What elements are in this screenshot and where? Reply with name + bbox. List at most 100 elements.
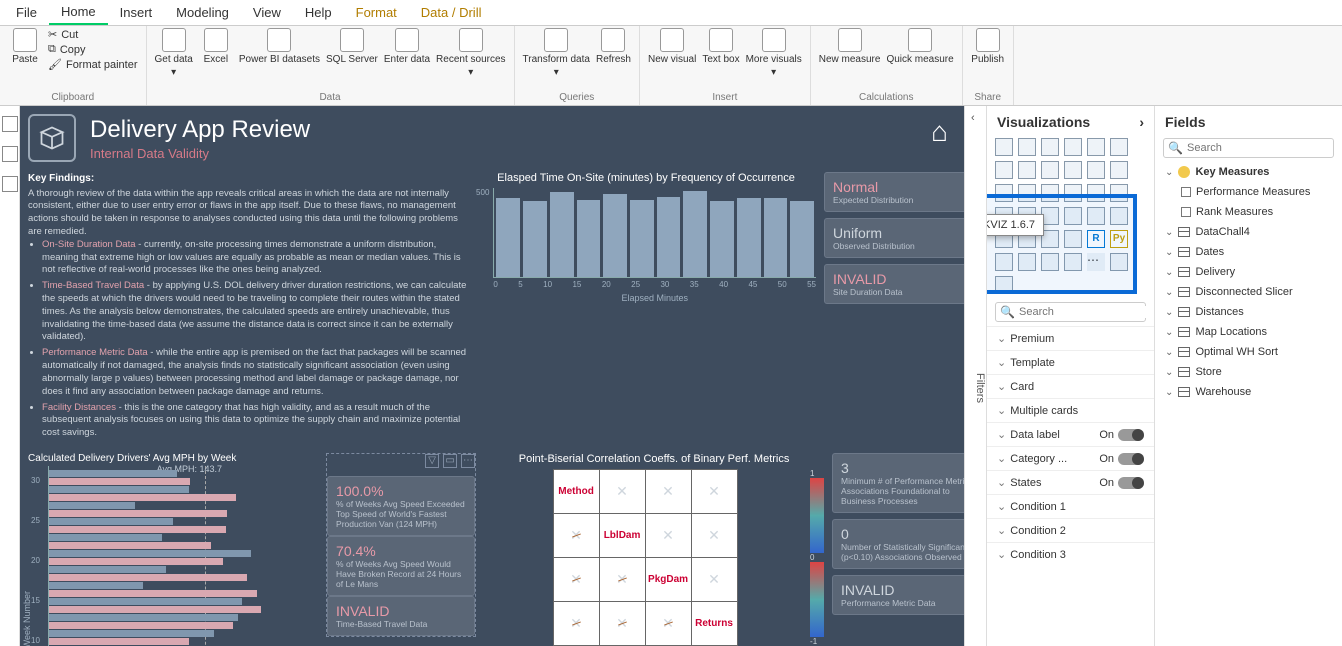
viz-type-icon[interactable] — [1110, 253, 1128, 271]
viz-type-icon[interactable] — [1087, 138, 1105, 156]
viz-type-icon[interactable] — [1110, 184, 1128, 202]
viz-type-icon[interactable] — [1064, 230, 1082, 248]
home-icon[interactable]: ⌂ — [931, 116, 948, 148]
tab-file[interactable]: File — [4, 1, 49, 24]
viz-type-icon[interactable] — [995, 253, 1013, 271]
viz-toggle[interactable]: StatesOn — [987, 470, 1154, 494]
viz-section[interactable]: Premium — [987, 326, 1154, 350]
field-item[interactable]: Rank Measures — [1155, 202, 1342, 222]
kpi-cards-selected[interactable]: ▽▭⋯ 100.0%% of Weeks Avg Speed Exceeded … — [326, 453, 476, 637]
more-icon[interactable]: ⋯ — [461, 454, 475, 468]
viz-type-icon[interactable] — [1064, 161, 1082, 179]
refresh-button[interactable]: Refresh — [596, 28, 631, 65]
status-card[interactable]: INVALIDSite Duration Data — [824, 264, 964, 304]
viz-type-icon[interactable] — [1110, 138, 1128, 156]
tab-help[interactable]: Help — [293, 1, 344, 24]
viz-condition[interactable]: Condition 3 — [987, 542, 1154, 566]
new-measure-button[interactable]: New measure — [819, 28, 881, 65]
viz-type-icon[interactable] — [1087, 207, 1105, 225]
field-item[interactable]: Store — [1155, 362, 1342, 382]
tab-modeling[interactable]: Modeling — [164, 1, 241, 24]
pbi-datasets-button[interactable]: Power BI datasets — [239, 28, 320, 65]
tab-view[interactable]: View — [241, 1, 293, 24]
field-item[interactable]: Optimal WH Sort — [1155, 342, 1342, 362]
publish-button[interactable]: Publish — [971, 28, 1005, 65]
viz-toggle[interactable]: Data labelOn — [987, 422, 1154, 446]
viz-type-icon[interactable] — [1018, 161, 1036, 179]
data-view-icon[interactable] — [2, 146, 18, 162]
viz-condition[interactable]: Condition 1 — [987, 494, 1154, 518]
field-item[interactable]: Dates — [1155, 242, 1342, 262]
viz-condition[interactable]: Condition 2 — [987, 518, 1154, 542]
format-painter-button[interactable]: 🖌 Format painter — [48, 58, 138, 71]
filters-pane-collapsed[interactable]: Filters — [964, 106, 986, 646]
tab-data-drill[interactable]: Data / Drill — [409, 1, 494, 24]
status-card[interactable]: INVALIDPerformance Metric Data — [832, 575, 964, 615]
field-item[interactable]: Warehouse — [1155, 382, 1342, 402]
status-card[interactable]: 0Number of Statistically Significant (p<… — [832, 519, 964, 569]
viz-search-input[interactable] — [1019, 306, 1154, 318]
more-visuals-icon[interactable]: ⋯ — [1087, 253, 1105, 271]
viz-section[interactable]: Card — [987, 374, 1154, 398]
viz-type-icon[interactable] — [1041, 138, 1059, 156]
viz-section[interactable]: Multiple cards — [987, 398, 1154, 422]
viz-search[interactable]: 🔍 — [995, 302, 1146, 322]
cut-button[interactable]: ✂ Cut — [48, 28, 138, 41]
enter-data-button[interactable]: Enter data — [384, 28, 430, 65]
viz-type-icon[interactable] — [1064, 138, 1082, 156]
kpi-card[interactable]: 70.4%% of Weeks Avg Speed Would Have Bro… — [327, 536, 475, 596]
viz-type-icon[interactable] — [1064, 184, 1082, 202]
kpi-card[interactable]: INVALIDTime-Based Travel Data — [327, 596, 475, 636]
r-visual-icon[interactable]: R — [1087, 230, 1105, 248]
field-item[interactable]: Distances — [1155, 302, 1342, 322]
collapse-icon[interactable]: › — [1139, 114, 1144, 130]
fields-search[interactable]: 🔍 — [1163, 138, 1334, 158]
get-data-button[interactable]: Get data▾ — [155, 28, 193, 78]
avg-mph-chart[interactable]: Calculated Delivery Drivers' Avg MPH by … — [28, 453, 318, 646]
viz-type-icon[interactable] — [1018, 253, 1036, 271]
status-card[interactable]: UniformObserved Distribution — [824, 218, 964, 258]
viz-type-icon[interactable] — [1087, 184, 1105, 202]
recent-sources-button[interactable]: Recent sources▾ — [436, 28, 505, 78]
sql-server-button[interactable]: SQL Server — [326, 28, 378, 65]
viz-type-icon[interactable] — [1041, 161, 1059, 179]
viz-type-icon[interactable] — [1110, 207, 1128, 225]
viz-type-icon[interactable] — [995, 184, 1013, 202]
viz-type-icon[interactable] — [1064, 253, 1082, 271]
report-canvas[interactable]: ⌂ Delivery App Review Internal Data Vali… — [20, 106, 964, 646]
tab-home[interactable]: Home — [49, 0, 108, 25]
copy-button[interactable]: ⧉ Copy — [48, 43, 138, 56]
fields-search-input[interactable] — [1187, 142, 1329, 154]
field-item[interactable]: Map Locations — [1155, 322, 1342, 342]
field-key-measures[interactable]: Key Measures — [1155, 162, 1342, 182]
viz-type-icon[interactable] — [1087, 161, 1105, 179]
tab-insert[interactable]: Insert — [108, 1, 165, 24]
quick-measure-button[interactable]: Quick measure — [886, 28, 953, 65]
viz-type-icon[interactable] — [1064, 207, 1082, 225]
model-view-icon[interactable] — [2, 176, 18, 192]
viz-type-icon[interactable] — [1041, 253, 1059, 271]
excel-button[interactable]: Excel — [199, 28, 233, 65]
viz-type-icon[interactable] — [1018, 184, 1036, 202]
report-view-icon[interactable] — [2, 116, 18, 132]
text-box-button[interactable]: Text box — [702, 28, 739, 65]
elapsed-time-chart[interactable]: Elasped Time On-Site (minutes) by Freque… — [476, 172, 816, 443]
status-card[interactable]: NormalExpected Distribution — [824, 172, 964, 212]
correlation-matrix[interactable]: Point-Biserial Correlation Coeffs. of Bi… — [484, 453, 824, 646]
transform-data-button[interactable]: Transform data▾ — [523, 28, 590, 78]
field-item[interactable]: Disconnected Slicer — [1155, 282, 1342, 302]
kpi-card[interactable]: 100.0%% of Weeks Avg Speed Exceeded Top … — [327, 476, 475, 536]
field-item[interactable]: DataChall4 — [1155, 222, 1342, 242]
py-visual-icon[interactable]: Py — [1110, 230, 1128, 248]
tab-format[interactable]: Format — [344, 1, 409, 24]
viz-type-icon[interactable] — [1041, 184, 1059, 202]
status-card[interactable]: 3Minimum # of Performance Metric Associa… — [832, 453, 964, 513]
paste-button[interactable]: Paste — [8, 28, 42, 65]
field-item[interactable]: Delivery — [1155, 262, 1342, 282]
viz-type-icon[interactable] — [995, 138, 1013, 156]
field-item[interactable]: Performance Measures — [1155, 182, 1342, 202]
viz-type-icon[interactable] — [1110, 161, 1128, 179]
more-visuals-button[interactable]: More visuals▾ — [746, 28, 802, 78]
new-visual-button[interactable]: New visual — [648, 28, 696, 65]
filter-icon[interactable]: ▽ — [425, 454, 439, 468]
